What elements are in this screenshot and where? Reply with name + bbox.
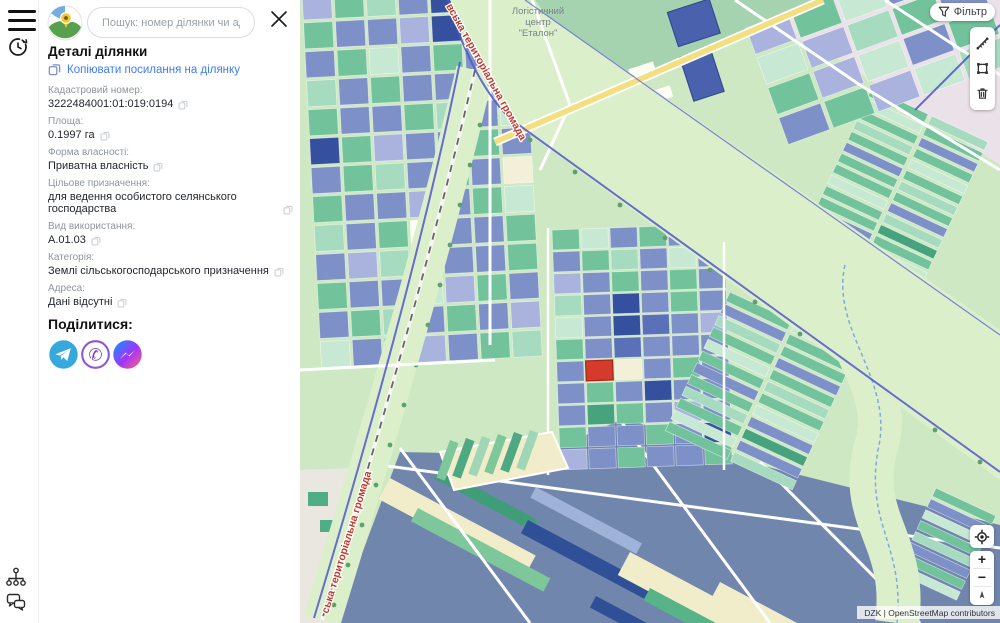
feedback-chat-button[interactable] (5, 591, 27, 616)
polygon-icon (977, 63, 988, 74)
share-messenger-button[interactable] (112, 339, 143, 370)
svg-text:✆: ✆ (88, 344, 102, 364)
field-ownership: Форма власності: Приватна власність (48, 147, 293, 172)
svg-text:центр: центр (525, 17, 551, 28)
chat-icon (6, 593, 26, 611)
filter-label: Фільтр (953, 6, 987, 18)
field-area: Площа: 0.1997 га (48, 116, 293, 141)
filter-icon (938, 6, 950, 17)
copy-icon[interactable] (91, 236, 101, 246)
locate-me-button[interactable] (970, 525, 994, 548)
copy-link-label: Копіювати посилання на ділянку (67, 63, 240, 76)
panel-title: Деталі ділянки (48, 44, 148, 59)
field-use-type: Вид використання: А.01.03 (48, 221, 136, 246)
copy-parcel-link[interactable]: Копіювати посилання на ділянку (48, 63, 293, 76)
field-purpose: Цільове призначення: для ведення особист… (48, 178, 293, 215)
selected-parcel (584, 359, 614, 382)
zoom-controls: + − (970, 551, 994, 605)
svg-text:"Еталон": "Еталон" (519, 28, 558, 39)
share-buttons: ✆ (48, 339, 293, 370)
zoom-in-button[interactable]: + (970, 551, 994, 568)
field-category: Категорія: Землі сільськогосподарського … (48, 252, 293, 277)
etalon-label: Логістичний (512, 6, 564, 17)
copy-icon[interactable] (178, 100, 188, 110)
close-icon (271, 10, 287, 27)
compass-icon (979, 590, 985, 598)
copy-icon[interactable] (100, 131, 110, 141)
search-input[interactable] (87, 7, 255, 38)
messenger-icon (113, 340, 142, 369)
copy-icon[interactable] (274, 267, 284, 277)
details-panel: Деталі ділянки Копіювати посилання на ді… (0, 0, 300, 623)
close-panel-button[interactable] (266, 7, 292, 33)
layers-hierarchy-button[interactable] (5, 566, 27, 591)
menu-button[interactable] (8, 10, 36, 31)
measure-toolbar (970, 27, 995, 110)
copy-icon[interactable] (283, 205, 293, 215)
history-icon (9, 38, 28, 56)
copy-link-icon (48, 64, 61, 76)
measure-distance-button[interactable] (975, 31, 990, 56)
map-attribution[interactable]: DZK | OpenStreetMap contributors (857, 606, 1000, 619)
map-canvas[interactable]: Логістичний центр "Еталон" вська територ… (300, 0, 1000, 623)
app-logo[interactable] (47, 5, 83, 41)
history-button[interactable] (7, 36, 29, 61)
ruler-icon (976, 37, 989, 50)
rail-divider (38, 0, 39, 623)
filter-button[interactable]: Фільтр (929, 3, 995, 21)
share-title: Поділитися: (48, 316, 133, 332)
field-address: Адреса: Дані відсутні (48, 283, 293, 308)
share-telegram-button[interactable] (48, 339, 79, 370)
map-graphics: Логістичний центр "Еталон" вська територ… (300, 0, 1000, 623)
compass-button[interactable] (970, 587, 994, 605)
copy-icon[interactable] (153, 162, 163, 172)
measure-area-button[interactable] (975, 56, 990, 81)
zoom-out-button[interactable]: − (970, 569, 994, 586)
locate-icon (974, 529, 990, 544)
telegram-icon (49, 340, 78, 369)
delete-measurement-button[interactable] (975, 81, 990, 106)
trash-icon (977, 88, 988, 99)
sitemap-icon (6, 567, 26, 586)
field-cadastral-number: Кадастровий номер: 3222484001:01:019:019… (48, 85, 293, 110)
copy-icon[interactable] (117, 298, 127, 308)
share-viber-button[interactable]: ✆ (80, 339, 111, 370)
viber-icon: ✆ (81, 340, 110, 369)
